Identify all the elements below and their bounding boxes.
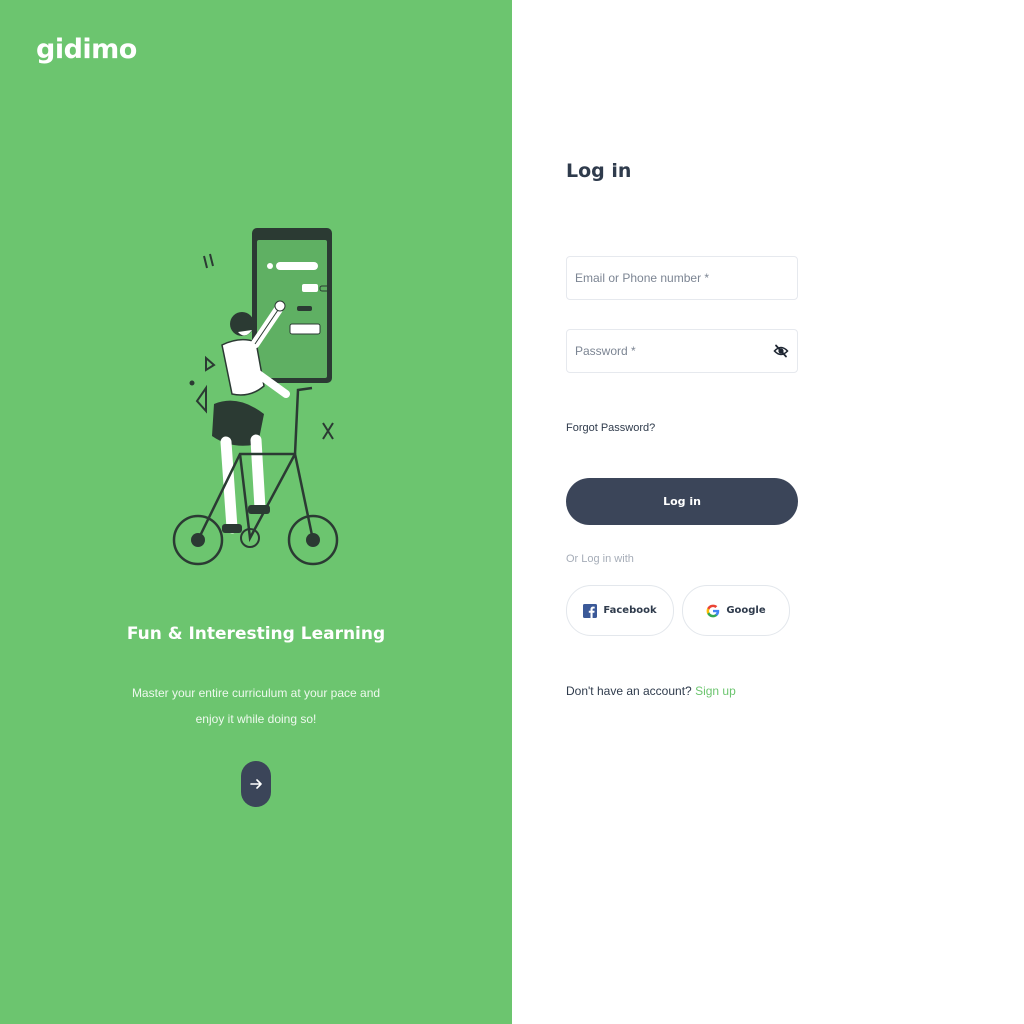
signup-prompt: Don't have an account? Sign up [566,684,736,698]
hero-title: Fun & Interesting Learning [126,624,386,644]
login-panel: Log in Forgot Password? Log in Or Log in… [512,0,1024,1024]
facebook-label: Facebook [603,605,657,616]
google-login-button[interactable]: Google [682,585,790,636]
facebook-icon [583,603,598,618]
hero-panel: gidimo Fun & Interesting Learning Master… [0,0,512,1024]
password-input[interactable] [567,330,797,372]
brand-logo[interactable]: gidimo [36,34,137,65]
page-title: Log in [566,160,632,182]
login-button[interactable]: Log in [566,478,798,525]
facebook-login-button[interactable]: Facebook [566,585,674,636]
forgot-password-link[interactable]: Forgot Password? [566,422,655,434]
hero-subtitle: Master your entire curriculum at your pa… [131,686,381,726]
password-field-container [566,329,798,373]
signup-link[interactable]: Sign up [695,684,736,698]
email-field-container [566,256,798,300]
login-page: gidimo Fun & Interesting Learning Master… [0,0,1024,1024]
arrow-right-icon [250,779,262,789]
email-input[interactable] [567,257,797,299]
social-login-label: Or Log in with [566,553,634,565]
no-account-text: Don't have an account? [566,684,692,698]
cyclist-illustration [172,228,339,566]
google-label: Google [726,605,766,616]
next-slide-button[interactable] [241,761,271,807]
eye-slash-icon[interactable] [773,343,789,359]
google-icon [706,604,720,617]
